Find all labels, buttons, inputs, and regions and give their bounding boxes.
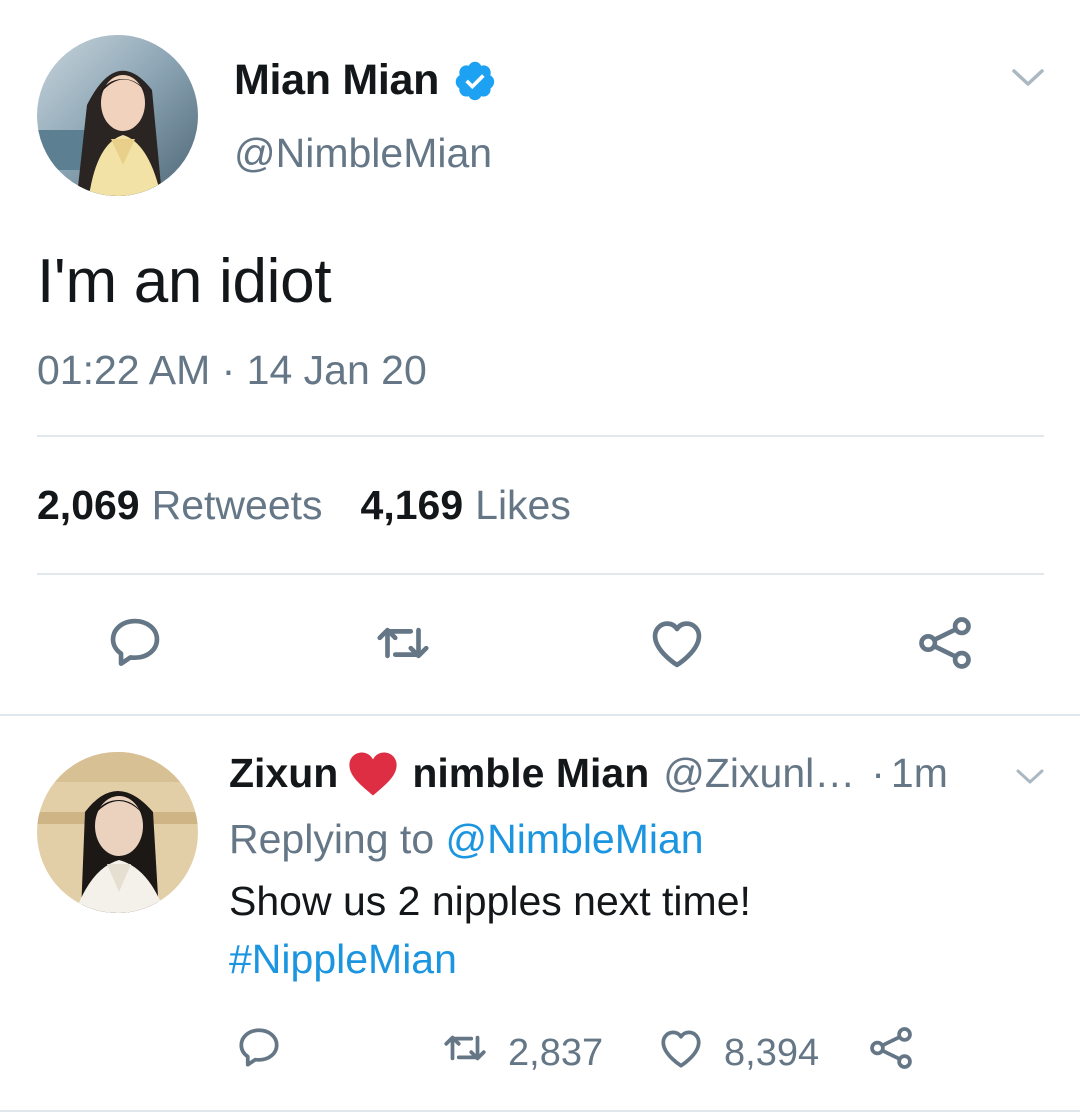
- reply-like-count: 8,394: [724, 1031, 820, 1074]
- author-avatar[interactable]: [37, 35, 198, 196]
- replying-to-line: Replying to @NimbleMian: [229, 816, 704, 863]
- reply-retweet-button[interactable]: 2,837: [440, 1028, 603, 1078]
- reply-icon[interactable]: [104, 612, 166, 674]
- reply-share-button[interactable]: [866, 1027, 916, 1078]
- chevron-down-icon[interactable]: [1014, 764, 1046, 788]
- replying-to-label: Replying to: [229, 816, 435, 862]
- reply-text: Show us 2 nipples next time!: [229, 878, 751, 924]
- chevron-down-icon[interactable]: [1008, 62, 1048, 92]
- hashtag-link[interactable]: #NippleMian: [229, 936, 457, 983]
- main-tweet: Mian Mian @NimbleMian I'm an idiot 01:22…: [0, 0, 1080, 716]
- replying-to-mention[interactable]: @NimbleMian: [446, 816, 704, 862]
- reply-icon: [234, 1023, 284, 1083]
- divider: [37, 435, 1044, 437]
- reply-author-handle[interactable]: @Zixunl…: [663, 750, 855, 797]
- divider: [37, 573, 1044, 575]
- reply-like-button[interactable]: 8,394: [656, 1028, 819, 1078]
- retweet-icon[interactable]: [372, 612, 434, 674]
- likes-stat[interactable]: 4,169 Likes: [361, 482, 571, 529]
- likes-count: 4,169: [360, 482, 464, 528]
- verified-badge-icon: [453, 59, 497, 103]
- reply-author-name-part1[interactable]: Zixun: [229, 750, 338, 797]
- reply-header: Zixun nimble Mian @Zixunl… · 1m: [229, 750, 948, 797]
- author-handle[interactable]: @NimbleMian: [234, 130, 492, 177]
- likes-label: Likes: [475, 482, 571, 528]
- author-name-text: Mian Mian: [234, 56, 440, 104]
- reply-author-avatar[interactable]: [37, 752, 198, 913]
- reply-time[interactable]: 1m: [891, 750, 948, 797]
- tweet-text: I'm an idiot: [37, 247, 332, 316]
- share-icon[interactable]: [914, 612, 976, 674]
- retweet-icon: [440, 1023, 490, 1083]
- retweets-stat[interactable]: 2,069 Retweets: [37, 482, 323, 529]
- author-display-name[interactable]: Mian Mian: [234, 56, 497, 105]
- separator-dot: ·: [871, 750, 885, 796]
- tweet-stats: 2,069 Retweets 4,169 Likes: [37, 482, 571, 529]
- tweet-timestamp[interactable]: 01:22 AM · 14 Jan 20: [37, 347, 427, 394]
- like-icon: [656, 1023, 706, 1083]
- reply-reply-button[interactable]: [234, 1028, 284, 1078]
- share-icon: [866, 1023, 916, 1083]
- like-icon[interactable]: [646, 612, 708, 674]
- reply-author-name-part2[interactable]: nimble Mian: [412, 750, 649, 797]
- retweets-count: 2,069: [37, 482, 140, 528]
- reply-retweet-count: 2,837: [508, 1031, 604, 1074]
- red-heart-emoji-icon: [348, 751, 398, 797]
- retweets-label: Retweets: [151, 482, 323, 528]
- reply-tweet[interactable]: Zixun nimble Mian @Zixunl… · 1m Replying…: [0, 716, 1080, 1112]
